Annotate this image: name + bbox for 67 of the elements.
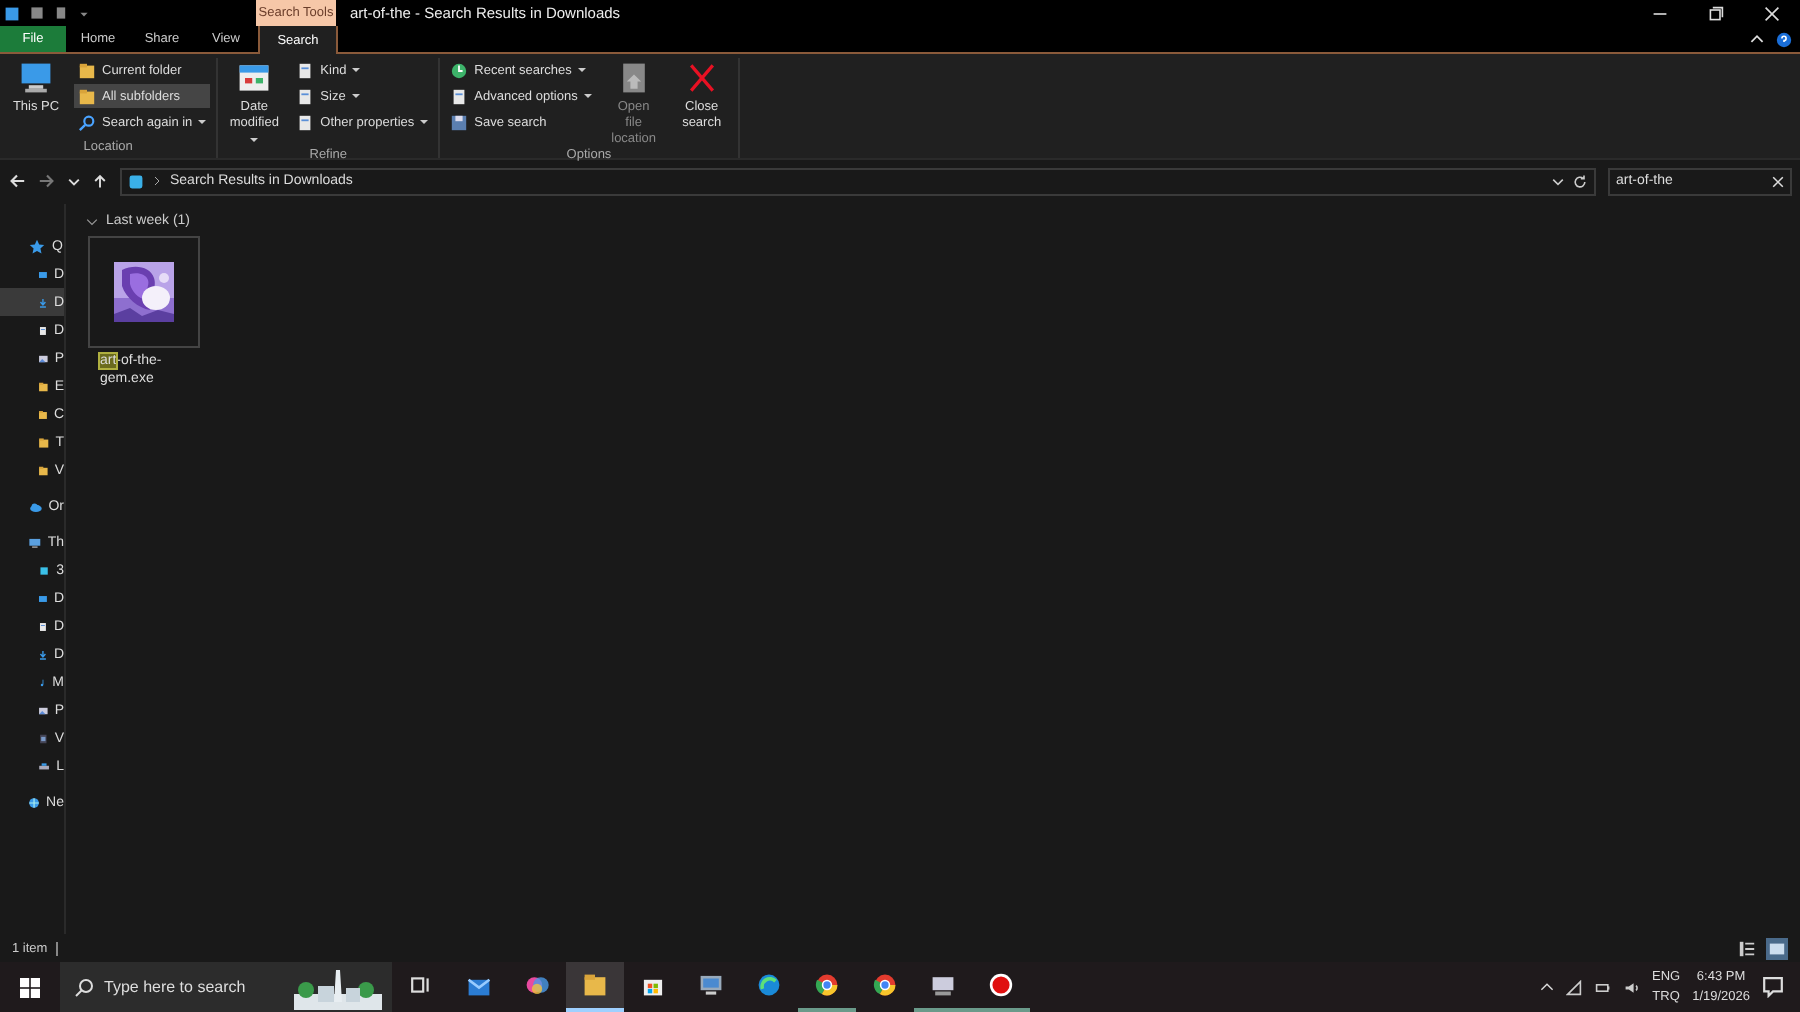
file-thumbnail[interactable] xyxy=(88,236,200,348)
folder-icon xyxy=(38,461,49,479)
caret-icon xyxy=(583,94,592,98)
document-icon xyxy=(54,6,68,20)
caret-icon xyxy=(78,7,90,19)
recent-locations-button[interactable] xyxy=(68,175,80,187)
folder-icon xyxy=(38,405,48,423)
refresh-icon xyxy=(1572,173,1588,189)
caret-icon xyxy=(250,137,259,142)
computer-icon xyxy=(18,60,54,96)
clear-icon xyxy=(1772,175,1784,187)
film-icon xyxy=(38,729,49,747)
folders-icon xyxy=(78,87,96,105)
document-icon xyxy=(38,321,48,339)
magnifier-icon xyxy=(78,113,96,131)
folder-icon xyxy=(38,433,50,451)
city-drawing xyxy=(294,966,382,1010)
restore-icon xyxy=(1708,5,1724,21)
folder-icon xyxy=(78,61,96,79)
windows-icon xyxy=(20,977,40,997)
computer-icon xyxy=(698,972,724,998)
download-icon xyxy=(38,293,48,311)
caret-icon xyxy=(420,120,429,124)
download-icon xyxy=(38,645,48,663)
browser-circle-icon xyxy=(814,972,840,998)
search-results-icon xyxy=(128,173,144,189)
task-view-icon xyxy=(410,974,432,996)
document-icon xyxy=(450,87,469,105)
clock-icon xyxy=(450,61,469,79)
back-button[interactable] xyxy=(8,172,26,190)
checkbox-icon xyxy=(30,6,44,20)
document-icon xyxy=(296,61,315,79)
star-icon xyxy=(28,237,46,255)
close-icon xyxy=(1764,5,1780,21)
drive-icon xyxy=(38,757,51,775)
document-icon xyxy=(38,617,48,635)
computer-icon xyxy=(930,972,956,998)
taskbar-app-button[interactable] xyxy=(566,962,624,1012)
chevron-right-icon xyxy=(152,176,162,186)
chevron-up-icon xyxy=(1750,32,1764,46)
caret-icon xyxy=(198,120,207,124)
help-icon xyxy=(1776,31,1792,47)
folder-icon xyxy=(38,377,49,395)
search-icon xyxy=(74,978,94,998)
large-icons-view-button[interactable] xyxy=(1766,937,1788,959)
cube-icon xyxy=(38,561,51,579)
calendar-icon xyxy=(236,60,273,96)
details-view-button[interactable] xyxy=(1736,937,1758,959)
document-icon xyxy=(296,113,315,131)
cloud-icon xyxy=(28,497,43,515)
chevron-up-icon xyxy=(1539,980,1554,994)
document-icon xyxy=(296,87,315,105)
caret-icon xyxy=(352,68,361,72)
battery-icon xyxy=(1593,979,1612,995)
up-button[interactable] xyxy=(92,172,108,190)
chevron-down-icon xyxy=(1552,175,1564,187)
caret-icon xyxy=(577,68,586,72)
record-icon xyxy=(988,972,1014,998)
computer-icon xyxy=(28,533,42,551)
network-icon xyxy=(28,793,41,811)
folder-icon xyxy=(582,972,608,998)
folder-window-icon xyxy=(4,5,20,21)
swirl-globe-icon xyxy=(756,972,782,998)
browser-circle-icon xyxy=(872,972,898,998)
caret-icon xyxy=(351,94,360,98)
speaker-icon xyxy=(1623,979,1640,995)
notification-icon xyxy=(1762,976,1784,998)
